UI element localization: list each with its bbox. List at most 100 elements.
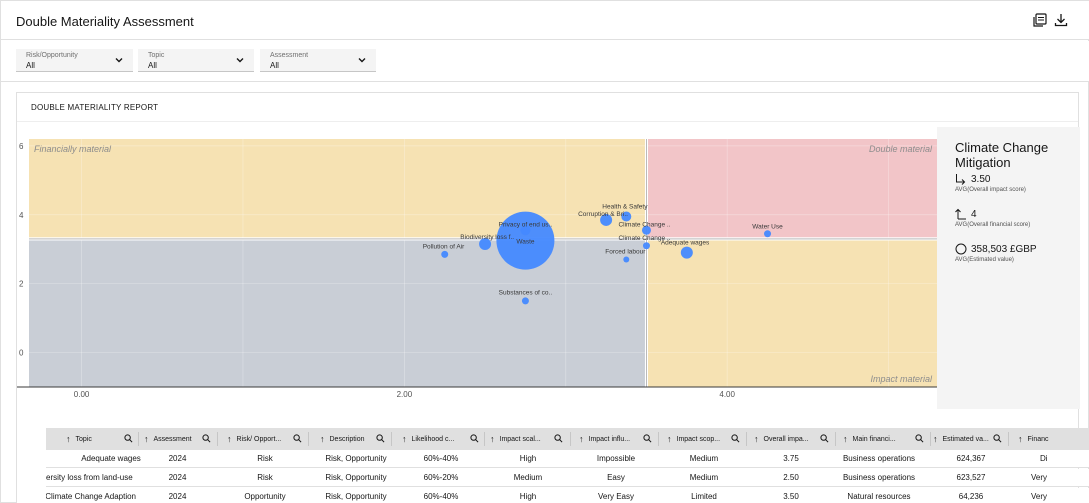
table-row[interactable]: Climate Change Adaption 2024 Opportunity… [46, 488, 1089, 503]
table-row[interactable]: ersity loss from land-use 2024 Risk Risk… [46, 469, 1089, 487]
cell-risk-opportunity: Opportunity [244, 492, 286, 501]
column-header-impact-scale[interactable]: ↑ Impact scal... [490, 428, 566, 450]
point-label: Health & Safety [602, 204, 648, 211]
y-tick-label: 2 [19, 280, 24, 289]
page: Double Materiality Assessment Risk/Oppor… [0, 0, 1089, 503]
cell-estimated-value: 624,367 [956, 454, 986, 463]
impact-metric: 3.50 AVG(Overall impact score) [955, 173, 1026, 194]
arrow-right-icon [956, 174, 966, 185]
cell-impact-influence: Easy [607, 473, 625, 482]
arrow-up-icon [955, 208, 966, 220]
sort-arrow-icon: ↑ [66, 434, 71, 444]
divider [658, 432, 659, 446]
column-header-likelihood[interactable]: ↑ Likelihood c... [402, 428, 482, 450]
cell-main-financial: Natural resources [847, 492, 911, 501]
materiality-scatter-chart: Financially material Double material Impac… [17, 139, 937, 399]
cell-estimated-value: 64,236 [958, 492, 984, 501]
column-header-description[interactable]: ↑ Description [320, 428, 388, 450]
divider [835, 432, 836, 446]
divider [746, 432, 747, 446]
impact-label: AVG(Overall impact score) [955, 187, 1026, 193]
data-point[interactable] [521, 297, 529, 305]
search-icon[interactable] [470, 434, 479, 443]
cell-description: Risk, Opportunity [325, 473, 387, 482]
cell-description: Risk, Opportunity [325, 492, 387, 501]
column-header-financial[interactable]: ↑ Financ [1018, 428, 1058, 450]
data-point[interactable] [623, 256, 630, 263]
sort-arrow-icon: ↑ [144, 434, 149, 444]
sort-arrow-icon: ↑ [320, 434, 325, 444]
cell-impact-scale: Medium [513, 473, 543, 482]
materiality-table: ↑ Topic ↑ Assessment ↑ Risk/ Opport... ↑ Des… [46, 428, 1089, 503]
column-header-assessment[interactable]: ↑ Assessment [144, 428, 214, 450]
search-icon[interactable] [293, 434, 302, 443]
cell-likelihood: 60%-40% [423, 454, 459, 463]
point-label: Biodiversity loss f.. [460, 234, 514, 241]
cell-risk-opportunity: Risk [257, 454, 273, 463]
point-label: Substances of co.. [499, 289, 553, 296]
cell-impact-scale: High [519, 454, 537, 463]
search-icon[interactable] [820, 434, 829, 443]
divider [1008, 432, 1009, 446]
search-icon[interactable] [643, 434, 652, 443]
cell-likelihood: 60%-20% [423, 473, 459, 482]
search-icon[interactable] [993, 434, 1002, 443]
financial-value: 4 [971, 208, 977, 220]
cell-impact-scope: Medium [689, 454, 719, 463]
quadrant-impact-material [647, 240, 937, 387]
divider [138, 432, 139, 446]
point-label: Water Use [752, 224, 783, 231]
column-header-impact-scope[interactable]: ↑ Impact scop... [667, 428, 743, 450]
quadrant-label-financially-material: Financially material [34, 144, 112, 154]
quadrant-label-double-material: Double material [869, 144, 933, 154]
cell-main-financial: Business operations [842, 454, 916, 463]
cell-overall-impact: 3.75 [783, 454, 799, 463]
sort-arrow-icon: ↑ [579, 434, 584, 444]
data-point[interactable] [680, 246, 693, 259]
data-point[interactable] [764, 230, 772, 238]
cell-overall-impact: 2.50 [783, 473, 799, 482]
cell-risk-opportunity: Risk [257, 473, 273, 482]
cell-financial: Di [1040, 454, 1048, 463]
search-icon[interactable] [554, 434, 563, 443]
quadrant-not-material [29, 240, 645, 387]
point-label: Pollution of Air [423, 243, 465, 250]
search-icon[interactable] [202, 434, 211, 443]
divider [930, 432, 931, 446]
cell-financial: Very [1031, 492, 1048, 501]
x-tick-label: 0.00 [74, 390, 90, 399]
search-icon[interactable] [376, 434, 385, 443]
search-icon[interactable] [124, 434, 133, 443]
quadrant-label-impact-material: Impact material [870, 374, 933, 384]
search-icon[interactable] [731, 434, 740, 443]
cell-impact-scale: High [519, 492, 537, 501]
sort-arrow-icon: ↑ [933, 434, 938, 444]
cell-financial: Very [1031, 473, 1048, 482]
column-header-topic[interactable]: ↑ Topic [66, 428, 136, 450]
cell-impact-influence: Very Easy [597, 492, 634, 501]
cell-assessment: 2024 [168, 454, 187, 463]
table-row[interactable]: Adequate wages 2024 Risk Risk, Opportuni… [46, 450, 1089, 468]
impact-value: 3.50 [971, 173, 991, 185]
point-label: Corruption & Bri.. [578, 211, 628, 218]
column-header-overall-impact[interactable]: ↑ Overall impa... [754, 428, 832, 450]
search-icon[interactable] [915, 434, 924, 443]
financial-label: AVG(Overall financial score) [955, 222, 1031, 228]
cell-assessment: 2024 [168, 492, 187, 501]
estimated-label: AVG(Estimated value) [955, 257, 1014, 263]
estimated-value: 358,503 £GBP [971, 243, 1037, 255]
divider [570, 432, 571, 446]
column-header-risk-opportunity[interactable]: ↑ Risk/ Opport... [227, 428, 305, 450]
point-label: Adequate wages [661, 240, 710, 247]
financial-metric: 4 AVG(Overall financial score) [955, 208, 1031, 229]
column-header-main-financial[interactable]: ↑ Main financi... [843, 428, 927, 450]
column-header-impact-influence[interactable]: ↑ Impact influ... [579, 428, 655, 450]
sort-arrow-icon: ↑ [1018, 434, 1023, 444]
data-point[interactable] [441, 250, 449, 258]
cell-likelihood: 60%-40% [423, 492, 459, 501]
column-header-estimated-value[interactable]: ↑ Estimated va... [933, 428, 1005, 450]
estimated-metric: 358,503 £GBP AVG(Estimated value) [955, 243, 1037, 263]
x-tick-label: 4.00 [719, 390, 735, 399]
x-tick-label: 2.00 [397, 390, 413, 399]
divider [391, 432, 392, 446]
